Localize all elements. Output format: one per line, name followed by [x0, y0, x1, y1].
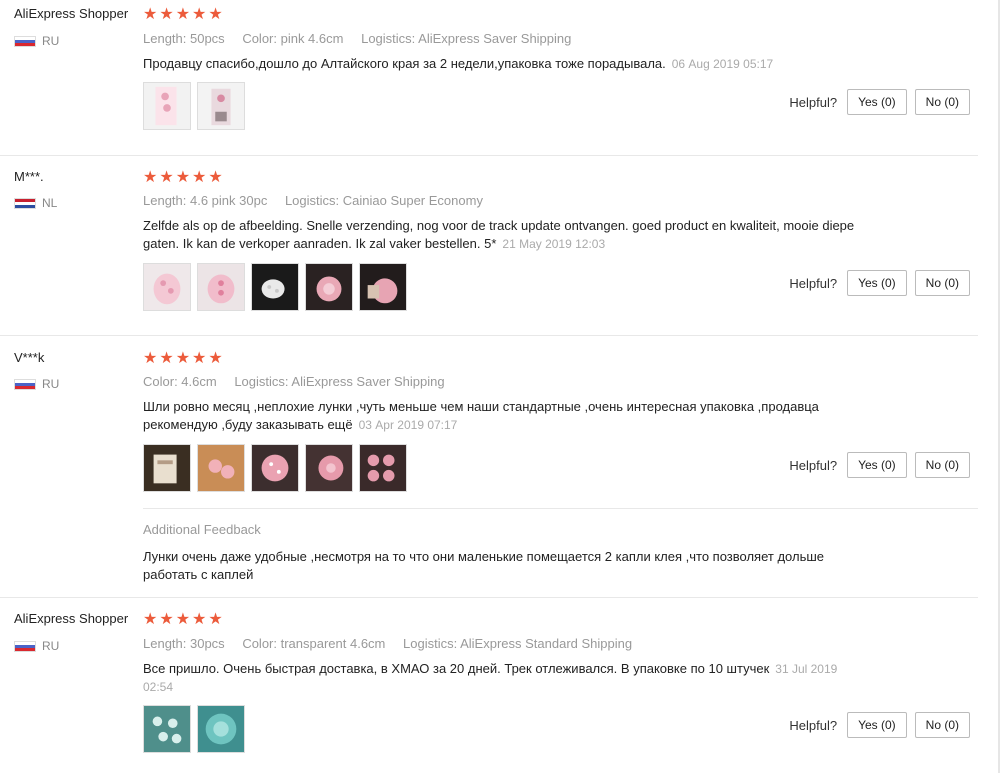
helpful-label: Helpful? — [789, 275, 838, 291]
country-code: NL — [42, 196, 58, 210]
helpful-no-button[interactable]: No (0) — [914, 89, 970, 115]
helpful-no-button[interactable]: No (0) — [914, 452, 970, 478]
star-rating: ★★★★★ — [143, 350, 225, 367]
meta-logistics: Logistics: AliExpress Saver Shipping — [361, 31, 572, 46]
review-body: Шли ровно месяц ,неплохие лунки ,чуть ме… — [143, 399, 819, 432]
review-meta: Length: 30pcs Color: transparent 4.6cm L… — [143, 636, 646, 651]
meta-logistics: Logistics: AliExpress Saver Shipping — [234, 374, 445, 389]
meta-length: Length: 50pcs — [143, 31, 225, 46]
helpful-label: Helpful? — [789, 94, 838, 110]
meta-color: Color: transparent 4.6cm — [242, 636, 386, 651]
russia-flag-icon — [14, 378, 36, 390]
country-code: RU — [42, 377, 60, 391]
review-date: 06 Aug 2019 05:17 — [671, 57, 774, 71]
meta-length: Length: 30pcs — [143, 636, 225, 651]
review-photo[interactable] — [197, 705, 245, 753]
helpful-label: Helpful? — [789, 717, 838, 733]
review-photos — [143, 705, 245, 753]
review-photo[interactable] — [305, 444, 353, 492]
review-photo[interactable] — [143, 263, 191, 311]
feedback-divider — [143, 508, 978, 509]
review-text: Zelfde als op de afbeelding. Snelle verz… — [143, 217, 863, 253]
helpful-yes-button[interactable]: Yes (0) — [847, 270, 907, 296]
meta-logistics: Logistics: Cainiao Super Economy — [284, 193, 483, 208]
review-photo[interactable] — [251, 444, 299, 492]
review-photo[interactable] — [359, 444, 407, 492]
review-photo[interactable] — [359, 263, 407, 311]
helpful-label: Helpful? — [789, 457, 838, 473]
star-rating: ★★★★★ — [143, 611, 225, 628]
review-photo[interactable] — [251, 263, 299, 311]
review-photos — [143, 82, 245, 130]
review-photo[interactable] — [143, 705, 191, 753]
review-body: Все пришло. Очень быстрая доставка, в ХМ… — [143, 661, 770, 676]
review-item: AliExpress Shopper RU ★★★★★ Length: 50pc… — [0, 0, 978, 156]
meta-length: Length: 4.6 pink 30pc — [143, 193, 268, 208]
additional-feedback-text: Лунки очень даже удобные ,несмотря на то… — [143, 549, 824, 582]
helpful-yes-button[interactable]: Yes (0) — [847, 712, 907, 738]
star-rating: ★★★★★ — [143, 6, 225, 23]
review-body: Zelfde als op de afbeelding. Snelle verz… — [143, 218, 855, 251]
review-photo[interactable] — [143, 444, 191, 492]
helpful-yes-button[interactable]: Yes (0) — [847, 452, 907, 478]
country-code: RU — [42, 34, 60, 48]
helpful-controls: Helpful? Yes (0) No (0) — [789, 452, 970, 478]
review-date: 21 May 2019 12:03 — [502, 237, 606, 251]
review-item: M***. NL ★★★★★ Length: 4.6 pink 30pc Log… — [0, 155, 978, 336]
star-rating: ★★★★★ — [143, 169, 225, 186]
review-item: V***k RU ★★★★★ Color: 4.6cm Logistics: A… — [0, 335, 978, 598]
meta-color: Color: 4.6cm — [143, 374, 217, 389]
reviewer-name: AliExpress Shopper — [14, 6, 129, 21]
review-photo[interactable] — [197, 263, 245, 311]
review-item: AliExpress Shopper RU ★★★★★ Length: 30pc… — [0, 597, 978, 773]
russia-flag-icon — [14, 640, 36, 652]
helpful-yes-button[interactable]: Yes (0) — [847, 89, 907, 115]
review-date: 03 Apr 2019 07:17 — [358, 418, 458, 432]
review-photo[interactable] — [305, 263, 353, 311]
review-meta: Color: 4.6cm Logistics: AliExpress Saver… — [143, 374, 459, 389]
review-photo[interactable] — [143, 82, 191, 130]
reviewer-country: RU — [14, 34, 59, 48]
review-photo[interactable] — [197, 444, 245, 492]
reviewer-name: M***. — [14, 169, 44, 184]
reviewer-country: RU — [14, 377, 59, 391]
review-text: Продавцу спасибо,дошло до Алтайского кра… — [143, 55, 863, 73]
review-meta: Length: 4.6 pink 30pc Logistics: Cainiao… — [143, 193, 497, 208]
helpful-no-button[interactable]: No (0) — [914, 270, 970, 296]
review-text: Шли ровно месяц ,неплохие лунки ,чуть ме… — [143, 398, 863, 434]
review-photos — [143, 263, 407, 311]
review-text: Все пришло. Очень быстрая доставка, в ХМ… — [143, 660, 863, 696]
review-photo[interactable] — [197, 82, 245, 130]
meta-color: Color: pink 4.6cm — [242, 31, 344, 46]
reviewer-country: NL — [14, 196, 57, 210]
reviewer-name: AliExpress Shopper — [14, 611, 129, 626]
reviewer-name: V***k — [14, 350, 45, 365]
meta-logistics: Logistics: AliExpress Standard Shipping — [403, 636, 633, 651]
helpful-no-button[interactable]: No (0) — [914, 712, 970, 738]
review-body: Продавцу спасибо,дошло до Алтайского кра… — [143, 56, 666, 71]
helpful-controls: Helpful? Yes (0) No (0) — [789, 89, 970, 115]
netherlands-flag-icon — [14, 197, 36, 209]
review-photos — [143, 444, 407, 492]
reviewer-country: RU — [14, 639, 59, 653]
helpful-controls: Helpful? Yes (0) No (0) — [789, 270, 970, 296]
additional-feedback-title: Additional Feedback — [143, 522, 261, 537]
review-meta: Length: 50pcs Color: pink 4.6cm Logistic… — [143, 31, 585, 46]
country-code: RU — [42, 639, 60, 653]
russia-flag-icon — [14, 35, 36, 47]
helpful-controls: Helpful? Yes (0) No (0) — [789, 712, 970, 738]
